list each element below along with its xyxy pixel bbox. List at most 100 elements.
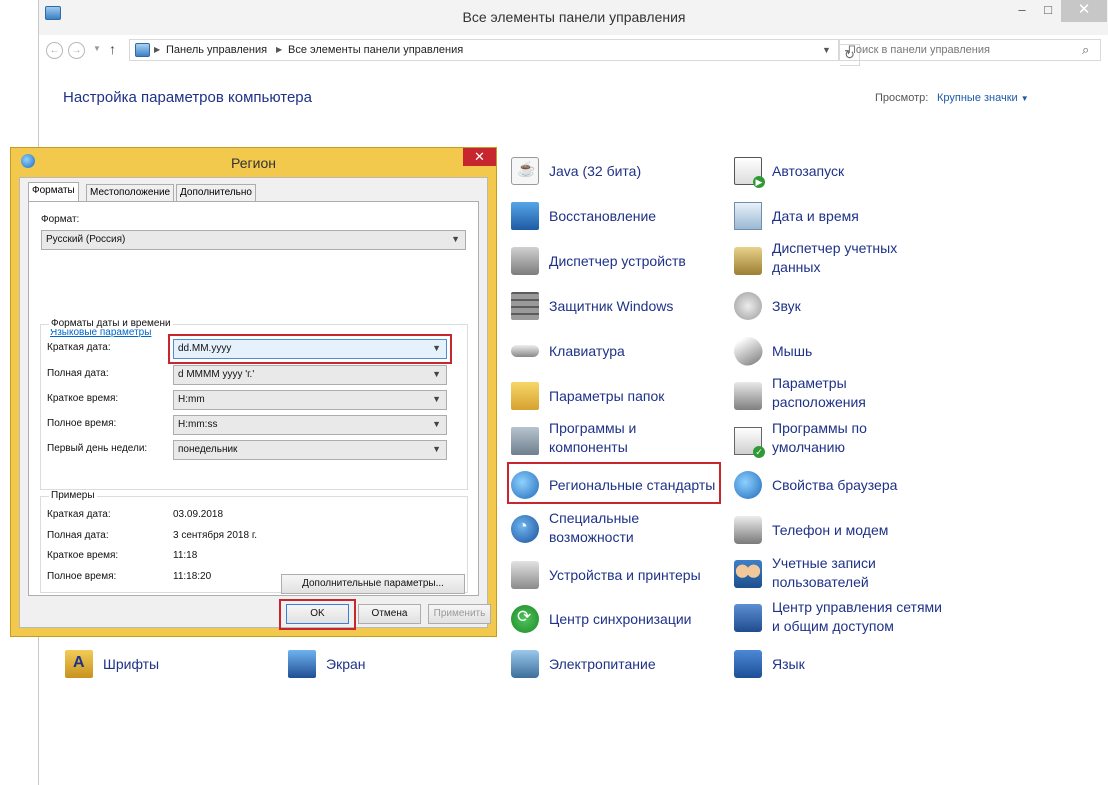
item-defender[interactable]: Защитник Windows: [511, 290, 726, 330]
first-day-label: Первый день недели:: [47, 443, 148, 454]
long-date-label: Полная дата:: [47, 368, 109, 379]
short-time-select[interactable]: H:mm ▼: [173, 390, 447, 410]
item-label: Параметры папок: [549, 388, 665, 404]
fonts-icon: [65, 650, 93, 678]
item-accessibility[interactable]: Специальные возможности: [511, 509, 726, 549]
search-icon[interactable]: ⌕: [1082, 42, 1089, 58]
item-keyboard[interactable]: Клавиатура: [511, 335, 726, 375]
long-time-select[interactable]: H:mm:ss ▼: [173, 415, 447, 435]
recent-locations-icon[interactable]: ▼: [93, 44, 101, 53]
long-time-label: Полное время:: [47, 418, 117, 429]
back-button[interactable]: ←: [46, 42, 63, 59]
item-date-time[interactable]: Дата и время: [734, 200, 949, 240]
item-label: Экран: [326, 656, 366, 672]
item-label: Центр управления сетями и общим доступом: [772, 599, 942, 634]
short-time-label: Краткое время:: [47, 393, 119, 404]
chevron-down-icon: ▼: [451, 234, 460, 244]
view-mode-dropdown[interactable]: Крупные значки ▼: [937, 92, 1029, 104]
long-date-select[interactable]: d MMMM yyyy 'г.' ▼: [173, 365, 447, 385]
long-time-value: H:mm:ss: [178, 419, 218, 430]
example-long-date-value: 3 сентября 2018 г.: [173, 530, 258, 541]
phone-icon: [734, 516, 762, 544]
first-day-value: понедельник: [178, 444, 238, 455]
region-dialog: Регион ✕ Форматы Местоположение Дополнит…: [10, 147, 497, 637]
item-autoplay[interactable]: Автозапуск: [734, 155, 949, 195]
power-icon: [511, 650, 539, 678]
device-manager-icon: [511, 247, 539, 275]
address-bar[interactable]: ▶ Панель управления ▶ Все элементы панел…: [129, 39, 860, 66]
forward-button[interactable]: →: [68, 42, 85, 59]
item-default-programs[interactable]: Программы по умолчанию: [734, 419, 949, 459]
item-programs[interactable]: Программы и компоненты: [511, 419, 726, 459]
item-power[interactable]: Электропитание: [511, 648, 726, 688]
display-icon: [288, 650, 316, 678]
item-phone-modem[interactable]: Телефон и модем: [734, 514, 949, 554]
item-printers[interactable]: Устройства и принтеры: [511, 559, 726, 599]
cancel-button[interactable]: Отмена: [358, 604, 421, 624]
chevron-down-icon[interactable]: ▼: [822, 45, 831, 55]
dialog-title: Регион: [231, 155, 276, 171]
item-display[interactable]: Экран: [288, 648, 503, 688]
breadcrumb-all-items[interactable]: Все элементы панели управления: [288, 44, 463, 56]
example-long-date-label: Полная дата:: [47, 530, 109, 541]
item-label: Телефон и модем: [772, 522, 889, 538]
accessibility-icon: [511, 515, 539, 543]
item-sound[interactable]: Звук: [734, 290, 949, 330]
example-long-time-value: 11:18:20: [173, 571, 212, 582]
calendar-icon: [734, 202, 762, 230]
minimize-button[interactable]: –: [1009, 0, 1035, 22]
short-time-value: H:mm: [178, 394, 205, 405]
apply-button[interactable]: Применить: [428, 604, 491, 624]
page-title: Настройка параметров компьютера: [63, 89, 312, 106]
view-label: Просмотр:: [875, 92, 929, 104]
item-language[interactable]: Язык: [734, 648, 949, 688]
maximize-button[interactable]: □: [1035, 0, 1061, 22]
tab-formats[interactable]: Форматы: [28, 182, 79, 202]
item-location[interactable]: Параметры расположения: [734, 374, 949, 414]
control-panel-icon: [135, 43, 150, 57]
users-icon: [734, 560, 762, 588]
sync-icon: [511, 605, 539, 633]
keyboard-icon: [511, 345, 539, 357]
chevron-right-icon[interactable]: ▶: [154, 45, 160, 54]
first-day-select[interactable]: понедельник ▼: [173, 440, 447, 460]
chevron-right-icon[interactable]: ▶: [276, 45, 282, 54]
item-label: Язык: [772, 656, 805, 672]
recovery-icon: [511, 202, 539, 230]
highlight-short-date: [168, 334, 452, 364]
datetime-group-title: Форматы даты и времени: [49, 318, 173, 329]
item-mouse[interactable]: Мышь: [728, 331, 949, 375]
item-sync-center[interactable]: Центр синхронизации: [511, 603, 726, 643]
tab-advanced[interactable]: Дополнительно: [176, 184, 256, 201]
item-label: Центр синхронизации: [549, 611, 692, 627]
item-user-accounts[interactable]: Учетные записи пользователей: [734, 554, 949, 594]
item-label: Автозапуск: [772, 163, 845, 179]
item-folder-options[interactable]: Параметры папок: [511, 380, 726, 420]
format-select[interactable]: Русский (Россия) ▼: [41, 230, 466, 250]
tab-location[interactable]: Местоположение: [86, 184, 175, 201]
format-value: Русский (Россия): [46, 234, 126, 245]
example-short-time-label: Краткое время:: [47, 550, 119, 561]
breadcrumb-control-panel[interactable]: Панель управления: [166, 44, 267, 56]
language-icon: [734, 650, 762, 678]
search-input[interactable]: Поиск в панели управления ⌕: [839, 39, 1101, 61]
up-arrow-icon[interactable]: ↑: [109, 41, 116, 57]
example-short-time-value: 11:18: [173, 550, 198, 561]
item-device-manager[interactable]: Диспетчер устройств: [511, 245, 726, 285]
item-browser-properties[interactable]: Свойства браузера: [734, 469, 949, 509]
browser-icon: [734, 471, 762, 499]
additional-settings-button[interactable]: Дополнительные параметры...: [281, 574, 465, 594]
item-recovery[interactable]: Восстановление: [511, 200, 726, 240]
item-java[interactable]: Java (32 бита): [511, 155, 726, 195]
close-button[interactable]: ✕: [1061, 0, 1107, 22]
item-credential-manager[interactable]: Диспетчер учетных данных: [734, 239, 949, 279]
title-bar: Все элементы панели управления – □ ✕: [39, 0, 1108, 35]
item-label: Специальные возможности: [549, 510, 640, 545]
defender-icon: [511, 292, 539, 320]
dialog-close-button[interactable]: ✕: [463, 148, 496, 166]
item-fonts[interactable]: Шрифты: [65, 648, 280, 688]
window-title: Все элементы панели управления: [462, 9, 686, 25]
chevron-down-icon: ▼: [432, 394, 441, 404]
item-network-center[interactable]: Центр управления сетями и общим доступом: [734, 598, 949, 638]
example-short-date-value: 03.09.2018: [173, 509, 224, 520]
